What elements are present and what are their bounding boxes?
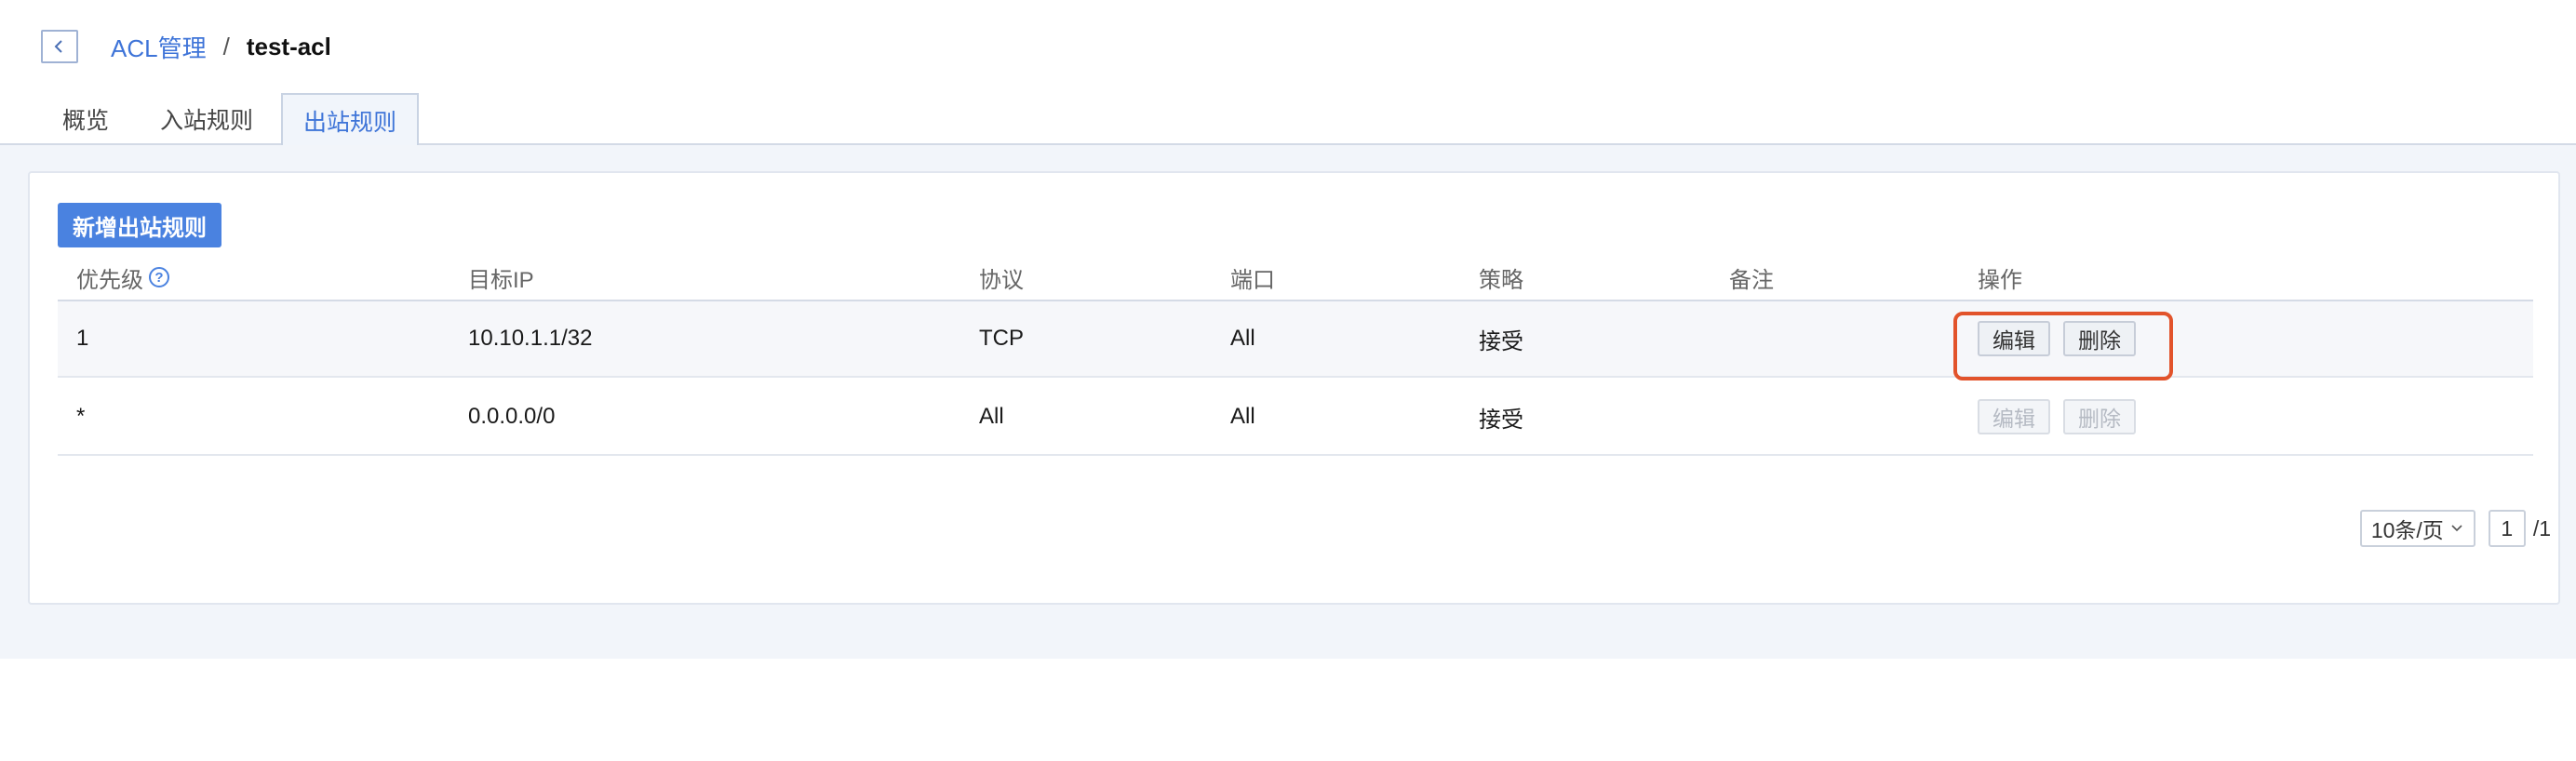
delete-button: 删除	[2063, 399, 2136, 434]
cell-port: All	[1230, 404, 1255, 429]
breadcrumb-separator: /	[222, 32, 230, 60]
edit-button[interactable]: 编辑	[1978, 321, 2050, 356]
chevron-down-icon	[2451, 525, 2462, 532]
column-header-port: 端口	[1230, 267, 1275, 293]
table-header: 优先级 ? 目标IP 协议 端口 策略 备注 操作	[58, 253, 2533, 301]
add-outbound-rule-button[interactable]: 新增出站规则	[58, 203, 221, 247]
table-row: * 0.0.0.0/0 All All 接受 编辑 删除	[58, 380, 2533, 456]
cell-target-ip: 10.10.1.1/32	[468, 326, 593, 351]
current-page-input[interactable]: 1	[2488, 510, 2526, 547]
breadcrumb-acl-management[interactable]: ACL管理	[111, 30, 207, 64]
outbound-rules-panel: 新增出站规则 优先级 ? 目标IP 协议 端口 策略 备注 操作 1 10.10…	[28, 171, 2560, 605]
column-header-priority: 优先级 ?	[76, 253, 169, 301]
cell-actions: 编辑 删除	[1978, 301, 2136, 376]
tab-bar: 概览 入站规则 出站规则	[0, 93, 2576, 147]
acl-detail-page: ACL管理 / test-acl 概览 入站规则 出站规则 新增出站规则 优先级…	[0, 0, 2576, 761]
cell-policy: 接受	[1479, 328, 1523, 354]
tab-inbound-rules[interactable]: 入站规则	[149, 93, 264, 145]
column-header-protocol: 协议	[979, 267, 1024, 293]
cell-protocol: All	[979, 404, 1004, 429]
pagination: 10条/页 1 /1	[2359, 510, 2551, 547]
cell-policy: 接受	[1479, 407, 1523, 433]
cell-protocol: TCP	[979, 326, 1024, 351]
tab-overview[interactable]: 概览	[43, 93, 128, 145]
tab-outbound-rules[interactable]: 出站规则	[281, 93, 419, 147]
column-header-policy: 策略	[1479, 267, 1523, 293]
back-button[interactable]	[41, 30, 78, 63]
chevron-left-icon	[54, 40, 62, 53]
page-size-label: 10条/页	[2370, 518, 2444, 542]
total-pages: /1	[2532, 515, 2551, 541]
question-circle-icon[interactable]: ?	[149, 267, 169, 287]
cell-port: All	[1230, 326, 1255, 351]
table-row: 1 10.10.1.1/32 TCP All 接受 编辑 删除	[58, 301, 2533, 380]
breadcrumb: ACL管理 / test-acl	[111, 30, 331, 63]
column-header-remark: 备注	[1729, 267, 1774, 293]
cell-priority: 1	[76, 326, 89, 351]
column-header-target-ip: 目标IP	[468, 267, 534, 293]
cell-actions: 编辑 删除	[1978, 380, 2136, 454]
page-size-select[interactable]: 10条/页	[2359, 510, 2475, 547]
breadcrumb-current: test-acl	[246, 32, 331, 60]
cell-priority: *	[76, 404, 86, 429]
column-header-actions: 操作	[1978, 267, 2022, 293]
cell-target-ip: 0.0.0.0/0	[468, 404, 556, 429]
delete-button[interactable]: 删除	[2063, 321, 2136, 356]
edit-button: 编辑	[1978, 399, 2050, 434]
